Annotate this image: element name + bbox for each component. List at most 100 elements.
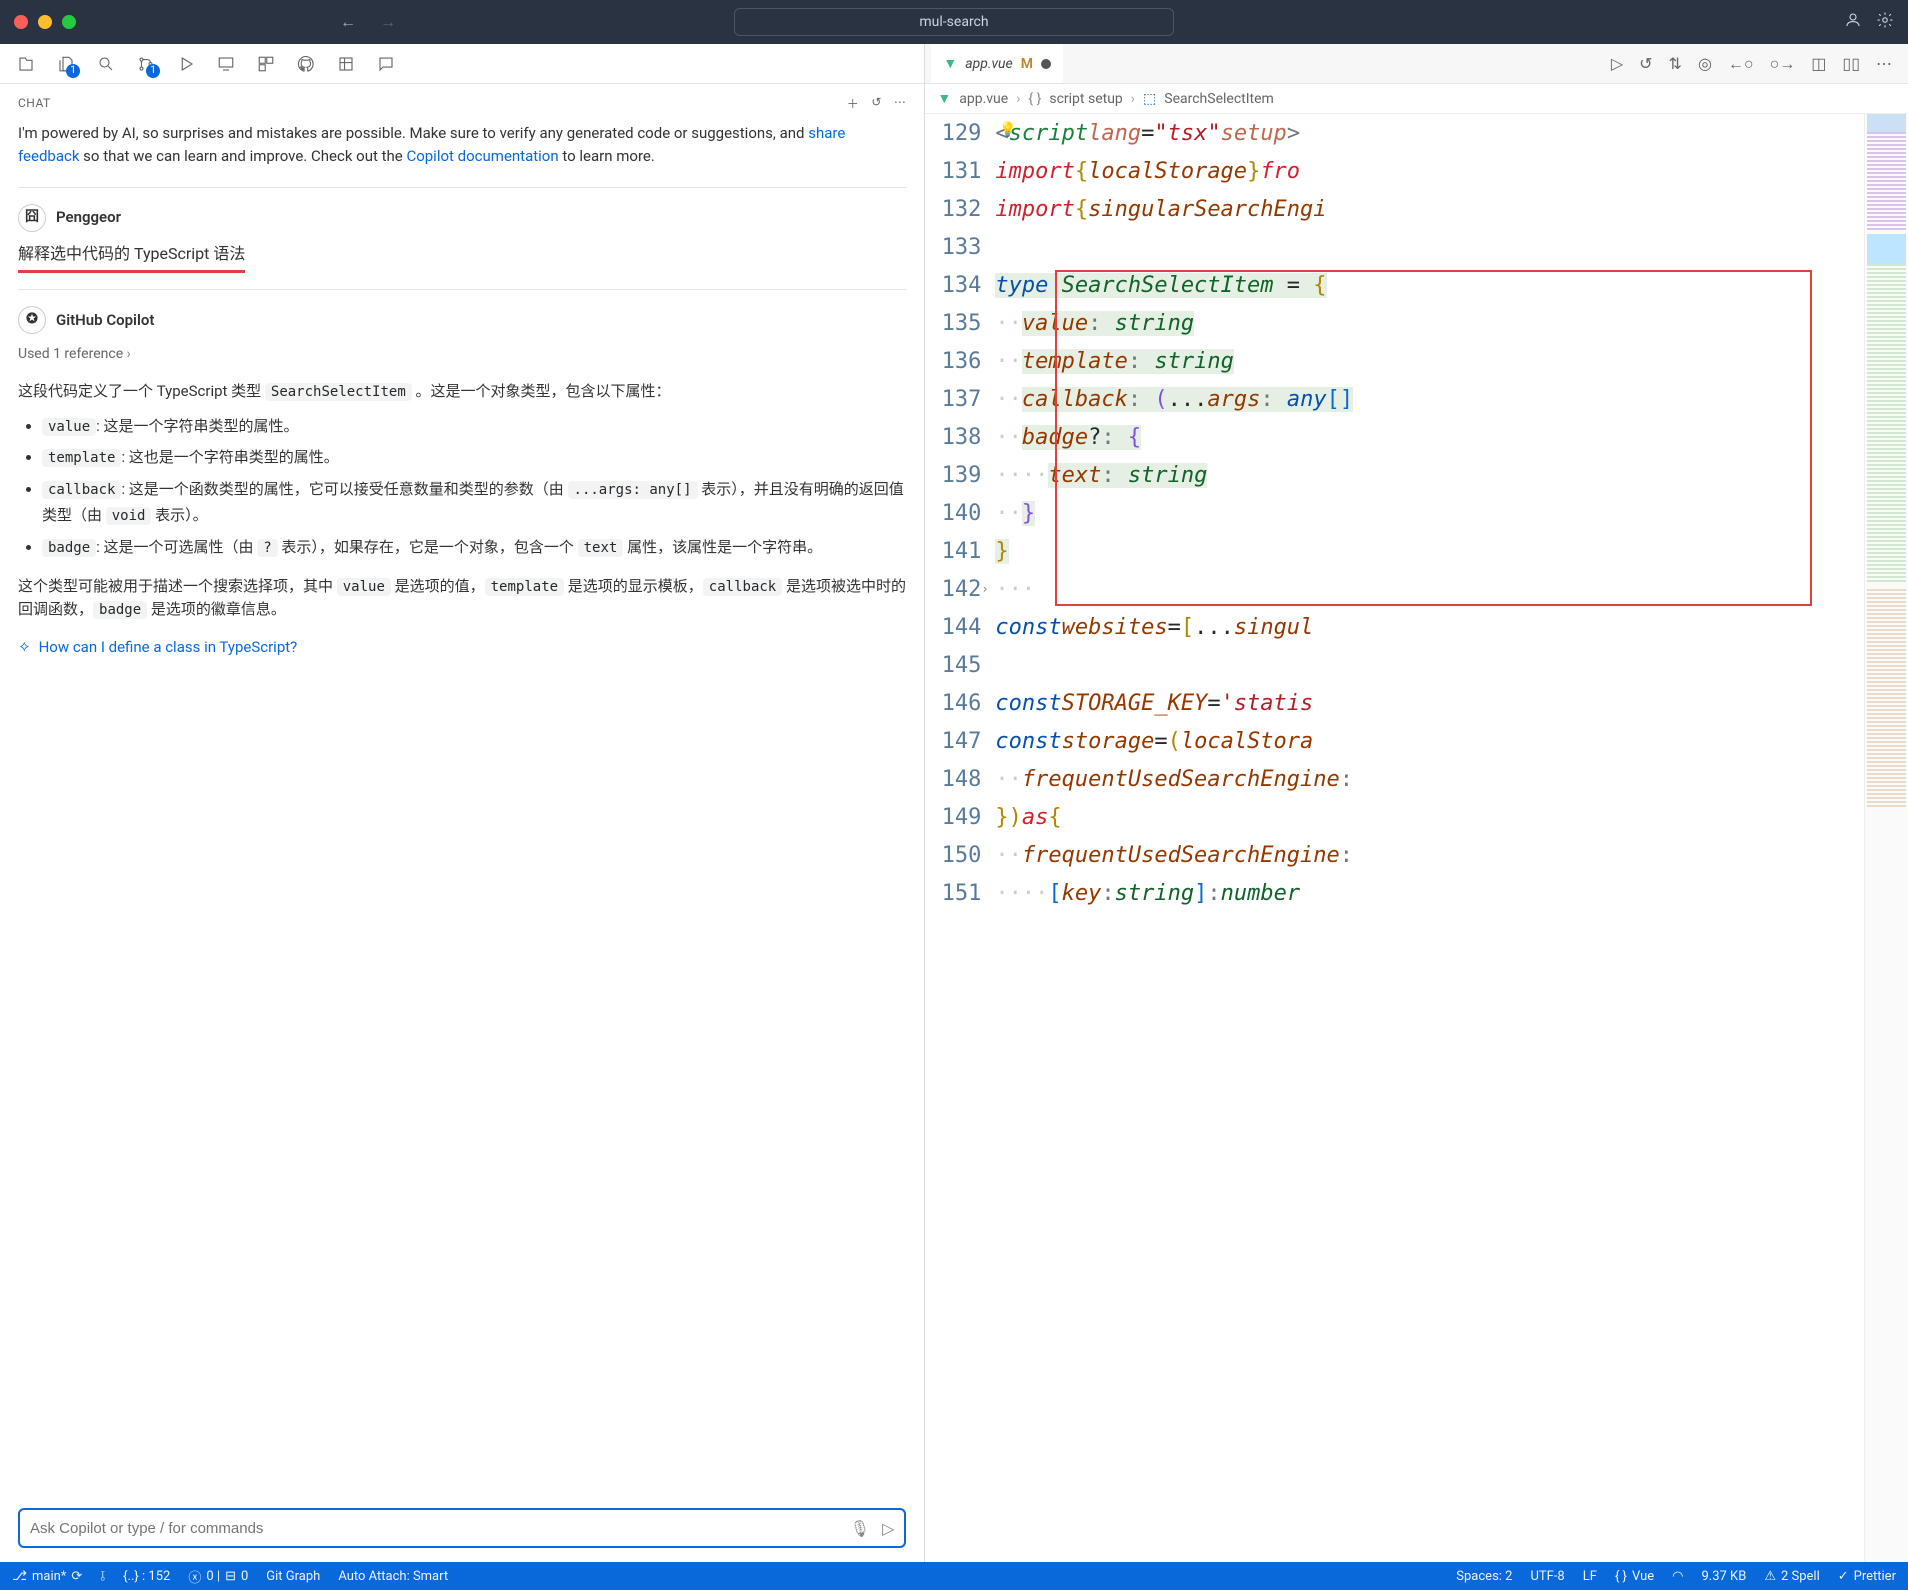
activity-bar: 1 1 bbox=[0, 44, 924, 84]
preview-icon[interactable]: ◫ bbox=[1811, 54, 1826, 74]
lightbulb-icon[interactable]: 💡 bbox=[999, 122, 1016, 138]
sb-lang[interactable]: { } Vue bbox=[1615, 1569, 1654, 1584]
sb-prettier[interactable]: ✓ Prettier bbox=[1838, 1569, 1896, 1584]
sb-brackets[interactable]: {..} : 152 bbox=[123, 1569, 170, 1584]
breadcrumb[interactable]: ▼ app.vue › { } script setup › ⬚ SearchS… bbox=[925, 84, 1908, 114]
used-references[interactable]: Used 1 reference › bbox=[18, 344, 906, 366]
user-avatar-icon: 囧 bbox=[18, 204, 46, 232]
dirty-dot-icon bbox=[1041, 59, 1051, 69]
forward-icon[interactable]: → bbox=[380, 12, 396, 32]
code-token: text bbox=[578, 539, 624, 557]
code-token: template bbox=[485, 578, 564, 596]
code-token: callback bbox=[703, 578, 782, 596]
titlebar: ← → mul-search bbox=[0, 0, 1908, 44]
account-icon[interactable] bbox=[1844, 11, 1862, 33]
code-editor[interactable]: 129 131 132 133 134 135 136 137 138 139 … bbox=[925, 114, 1908, 1562]
files-icon[interactable]: 1 bbox=[54, 52, 78, 76]
tab-filename: app.vue bbox=[965, 56, 1013, 72]
chat-title: CHAT bbox=[18, 96, 51, 110]
settings-gear-icon[interactable] bbox=[1876, 11, 1894, 33]
extensions-icon[interactable] bbox=[254, 52, 278, 76]
editor-tab[interactable]: ▼ app.vue M bbox=[931, 44, 1063, 83]
more-icon[interactable]: ⋯ bbox=[894, 95, 907, 112]
window-controls bbox=[14, 15, 76, 29]
breadcrumb-section[interactable]: script setup bbox=[1049, 91, 1122, 107]
assistant-name: GitHub Copilot bbox=[56, 309, 154, 332]
open-changes-icon[interactable]: ◎ bbox=[1698, 54, 1712, 74]
code-token: ? bbox=[257, 539, 277, 557]
more-actions-icon[interactable]: ⋯ bbox=[1876, 54, 1892, 74]
intro-after: to learn more. bbox=[559, 147, 655, 165]
go-forward-icon[interactable]: ○→ bbox=[1770, 54, 1796, 74]
new-chat-icon[interactable]: ＋ bbox=[847, 95, 860, 112]
user-name: Penggeor bbox=[56, 206, 121, 229]
maximize-window-icon[interactable] bbox=[62, 15, 76, 29]
editor-tabs: ▼ app.vue M ▷ ↺ ⇅ ◎ ←○ ○→ ◫ ▯▯ ⋯ bbox=[925, 44, 1908, 84]
send-icon[interactable]: ▷ bbox=[882, 1519, 894, 1538]
assistant-message: ✪ GitHub Copilot Used 1 reference › 这段代码… bbox=[18, 289, 906, 685]
sb-branch[interactable]: ⎇ main* ⟳ bbox=[12, 1569, 82, 1584]
sb-eol[interactable]: LF bbox=[1583, 1569, 1597, 1584]
intro-text: I'm powered by AI, so surprises and mist… bbox=[18, 124, 808, 142]
sb-encoding[interactable]: UTF-8 bbox=[1530, 1569, 1564, 1584]
run-icon[interactable]: ▷ bbox=[1611, 54, 1623, 74]
user-query-text: 解释选中代码的 TypeScript 语法 bbox=[18, 242, 245, 274]
sb-spell[interactable]: ⚠ 2 Spell bbox=[1764, 1569, 1819, 1584]
nav-arrows: ← → bbox=[340, 12, 396, 32]
command-center[interactable]: mul-search bbox=[734, 8, 1174, 36]
source-control-icon[interactable]: 1 bbox=[134, 52, 158, 76]
github-icon[interactable] bbox=[294, 52, 318, 76]
chat-input-field[interactable] bbox=[30, 1520, 840, 1537]
close-window-icon[interactable] bbox=[14, 15, 28, 29]
sparkle-icon: ✧ bbox=[18, 636, 31, 659]
go-back-icon[interactable]: ←○ bbox=[1728, 54, 1754, 74]
breadcrumb-symbol[interactable]: SearchSelectItem bbox=[1164, 91, 1274, 107]
followup-suggestion[interactable]: ✧ How can I define a class in TypeScript… bbox=[18, 636, 906, 659]
back-icon[interactable]: ← bbox=[340, 12, 356, 32]
scm-badge: 1 bbox=[146, 64, 160, 78]
line-gutter: 129 131 132 133 134 135 136 137 138 139 … bbox=[925, 114, 995, 1562]
vue-icon: ▼ bbox=[937, 90, 951, 107]
chat-intro: I'm powered by AI, so surprises and mist… bbox=[18, 122, 906, 187]
chat-panel: 1 1 CHAT ＋ ↺ ⋯ I'm powered by AI, so sur… bbox=[0, 44, 925, 1562]
sb-size[interactable]: 9.37 KB bbox=[1701, 1569, 1746, 1584]
remote-icon[interactable] bbox=[214, 52, 238, 76]
minimize-window-icon[interactable] bbox=[38, 15, 52, 29]
list-item: callback: 这是一个函数类型的属性，它可以接受任意数量和类型的参数（由 … bbox=[42, 477, 906, 529]
code-token: void bbox=[106, 507, 152, 525]
chat-body: I'm powered by AI, so surprises and mist… bbox=[0, 122, 924, 1502]
explorer-icon[interactable] bbox=[14, 52, 38, 76]
window-title: mul-search bbox=[919, 14, 988, 30]
git-compare-icon[interactable]: ⇅ bbox=[1669, 54, 1682, 74]
split-icon[interactable]: ▯▯ bbox=[1842, 54, 1860, 74]
editor-panel: ▼ app.vue M ▷ ↺ ⇅ ◎ ←○ ○→ ◫ ▯▯ ⋯ ▼ app.v… bbox=[925, 44, 1908, 1562]
code-token: ...args: any[] bbox=[568, 481, 698, 499]
sb-graph-icon[interactable]: ⫱ bbox=[100, 1569, 105, 1584]
list-item: value: 这是一个字符串类型的属性。 bbox=[42, 414, 906, 440]
explorer-badge: 1 bbox=[66, 64, 80, 78]
breadcrumb-file[interactable]: app.vue bbox=[959, 91, 1008, 107]
code-lines[interactable]: <script lang="tsx" setup> import { local… bbox=[995, 114, 1864, 1562]
intro-mid: so that we can learn and improve. Check … bbox=[79, 147, 406, 165]
user-message: 囧 Penggeor 解释选中代码的 TypeScript 语法 bbox=[18, 187, 906, 290]
history-icon[interactable]: ↺ bbox=[871, 95, 882, 112]
references-icon[interactable] bbox=[334, 52, 358, 76]
mic-icon[interactable]: 🎙 bbox=[850, 1519, 870, 1538]
search-icon[interactable] bbox=[94, 52, 118, 76]
timeline-icon[interactable]: ↺ bbox=[1639, 54, 1652, 74]
list-item: badge: 这是一个可选属性（由 ? 表示），如果存在，它是一个对象，包含一个… bbox=[42, 535, 906, 561]
sb-autoattach[interactable]: Auto Attach: Smart bbox=[338, 1569, 448, 1584]
sb-bell-icon[interactable]: ◠ bbox=[1672, 1569, 1683, 1584]
sb-problems[interactable]: ⓧ 0 | ⊟ 0 bbox=[188, 1567, 248, 1586]
copilot-doc-link[interactable]: Copilot documentation bbox=[406, 147, 558, 165]
chat-input[interactable]: 🎙 ▷ bbox=[18, 1508, 906, 1548]
modified-indicator: M bbox=[1021, 56, 1033, 72]
debug-icon[interactable] bbox=[174, 52, 198, 76]
chat-icon[interactable] bbox=[374, 52, 398, 76]
sb-gitgraph[interactable]: Git Graph bbox=[266, 1569, 320, 1584]
code-token: badge bbox=[93, 601, 147, 619]
sb-spaces[interactable]: Spaces: 2 bbox=[1456, 1569, 1512, 1584]
minimap[interactable] bbox=[1864, 114, 1908, 1562]
fold-icon[interactable]: › bbox=[981, 582, 988, 596]
code-token: callback bbox=[42, 481, 121, 499]
